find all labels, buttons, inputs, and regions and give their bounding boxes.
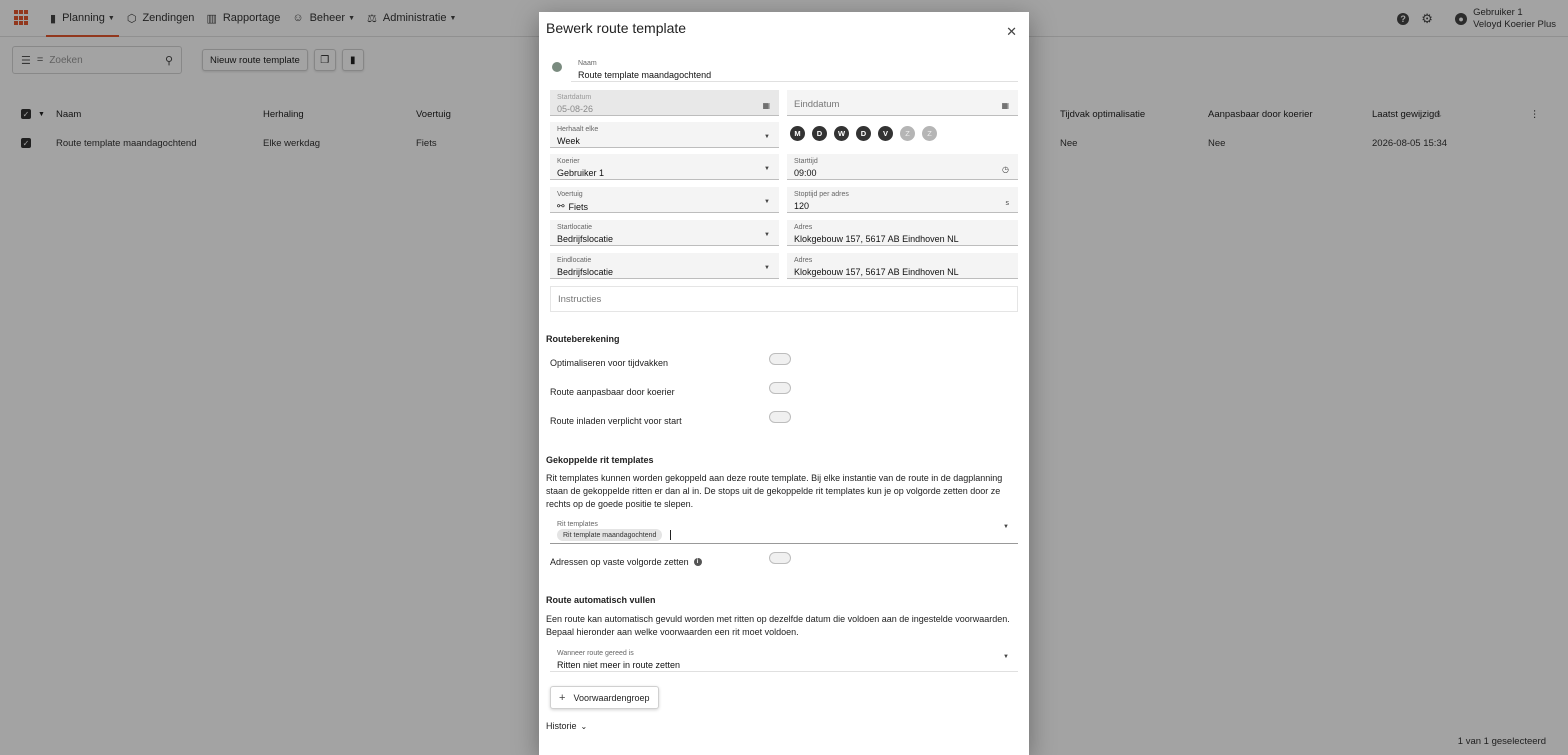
toggle-label: Adressen op vaste volgorde zetten: [550, 557, 689, 567]
dropdown-arrow-icon[interactable]: ▼: [764, 199, 770, 205]
status-dot: [552, 62, 562, 72]
button-label: Voorwaardengroep: [573, 692, 650, 703]
field-label: Herhaalt elke: [557, 126, 599, 133]
eind-adres-field[interactable]: Adres Klokgebouw 157, 5617 AB Eindhoven …: [787, 253, 1018, 279]
rit-template-chip[interactable]: Rit template maandagochtend: [557, 529, 663, 541]
field-label: Startlocatie: [557, 224, 593, 231]
field-label: Voertuig: [557, 191, 583, 198]
field-value: ⚯ Fiets: [557, 201, 588, 212]
startdatum-field: Startdatum 05-08-26 ▦: [550, 90, 779, 116]
clock-icon[interactable]: ◷: [1002, 165, 1009, 174]
historie-label: Historie: [546, 721, 577, 731]
starttijd-field[interactable]: Starttijd 09:00 ◷: [787, 154, 1018, 180]
field-value: Week: [557, 136, 580, 146]
vaste-volgorde-toggle[interactable]: [769, 552, 791, 564]
toggle-row: Adressen op vaste volgorde zetten i: [550, 552, 791, 567]
eindlocatie-select[interactable]: Eindlocatie Bedrijfslocatie ▼: [550, 253, 779, 279]
field-value: 05-08-26: [557, 104, 594, 114]
day-toggle[interactable]: D: [812, 126, 827, 141]
weekday-selector: M D W D V Z Z: [790, 126, 944, 141]
unit-suffix: s: [1005, 200, 1010, 207]
toggle-label: Route inladen verplicht voor start: [550, 416, 682, 426]
dropdown-arrow-icon[interactable]: ▼: [1003, 654, 1009, 660]
toggle-row: Optimaliseren voor tijdvakken: [550, 353, 791, 368]
field-label: Startdatum: [557, 94, 592, 101]
field-label: Adres: [794, 224, 813, 231]
info-icon[interactable]: i: [693, 558, 702, 566]
automatisch-heading: Route automatisch vullen: [546, 595, 656, 605]
optimaliseren-toggle[interactable]: [769, 353, 791, 365]
historie-toggle[interactable]: Historie ⌄: [546, 721, 587, 731]
toggle-row: Route inladen verplicht voor start: [550, 411, 791, 426]
day-toggle[interactable]: V: [878, 126, 893, 141]
voertuig-select[interactable]: Voertuig ⚯ Fiets ▼: [550, 187, 779, 213]
dialog-title: Bewerk route template: [546, 20, 687, 36]
dropdown-arrow-icon[interactable]: ▼: [764, 134, 770, 140]
gekoppeld-heading: Gekoppelde rit templates: [546, 455, 654, 465]
field-label: Koerier: [557, 158, 580, 165]
koerier-select[interactable]: Koerier Gebruiker 1 ▼: [550, 154, 779, 180]
toggle-label: Route aanpasbaar door koerier: [550, 387, 675, 397]
toggle-label: Optimaliseren voor tijdvakken: [550, 358, 669, 368]
day-toggle[interactable]: D: [856, 126, 871, 141]
day-toggle[interactable]: M: [790, 126, 805, 141]
field-value: Bedrijfslocatie: [557, 267, 614, 277]
field-value: Bedrijfslocatie: [557, 234, 614, 244]
day-toggle[interactable]: Z: [900, 126, 915, 141]
field-value: Klokgebouw 157, 5617 AB Eindhoven NL: [794, 234, 959, 244]
bicycle-icon: ⚯: [557, 201, 565, 211]
field-label: Wanneer route gereed is: [557, 650, 634, 657]
routeberekening-heading: Routeberekening: [546, 334, 620, 344]
calendar-icon[interactable]: ▦: [1001, 101, 1009, 110]
field-label: Einddatum: [794, 99, 840, 110]
edit-route-template-dialog: Bewerk route template ✕ Naam Route templ…: [539, 12, 1029, 755]
aanpasbaar-toggle[interactable]: [769, 382, 791, 394]
field-value: Rit template maandagochtend: [557, 529, 672, 541]
chevron-down-icon: ⌄: [580, 721, 588, 731]
automatisch-description: Een route kan automatisch gevuld worden …: [546, 614, 1010, 637]
day-toggle[interactable]: W: [834, 126, 849, 141]
dropdown-arrow-icon[interactable]: ▼: [764, 265, 770, 271]
gekoppeld-description: Rit templates kunnen worden gekoppeld aa…: [546, 473, 1003, 509]
field-value: Klokgebouw 157, 5617 AB Eindhoven NL: [794, 267, 959, 277]
herhaal-select[interactable]: Herhaalt elke Week ▼: [550, 122, 779, 148]
naam-field[interactable]: Naam Route template maandagochtend: [571, 56, 1018, 82]
wanneer-gereed-select[interactable]: Wanneer route gereed is Ritten niet meer…: [550, 646, 1018, 672]
field-value: 09:00: [794, 168, 817, 178]
plus-icon: +: [559, 691, 566, 704]
field-label: Naam: [578, 60, 597, 67]
field-value: Route template maandagochtend: [578, 70, 712, 80]
field-label: Starttijd: [794, 158, 818, 165]
field-label: Eindlocatie: [557, 257, 592, 264]
startlocatie-select[interactable]: Startlocatie Bedrijfslocatie ▼: [550, 220, 779, 246]
field-label: Rit templates: [557, 521, 598, 528]
day-toggle[interactable]: Z: [922, 126, 937, 141]
calendar-icon: ▦: [762, 101, 770, 110]
field-placeholder: Instructies: [558, 294, 602, 305]
voertuig-value: Fiets: [568, 201, 589, 212]
inladen-toggle[interactable]: [769, 411, 791, 423]
field-label: Adres: [794, 257, 813, 264]
close-icon[interactable]: ✕: [1006, 24, 1017, 40]
einddatum-field[interactable]: Einddatum ▦: [787, 90, 1018, 116]
instructies-field[interactable]: Instructies: [550, 286, 1018, 312]
field-label: Stoptijd per adres: [794, 191, 849, 198]
stoptijd-field[interactable]: Stoptijd per adres 120 s: [787, 187, 1018, 213]
start-adres-field[interactable]: Adres Klokgebouw 157, 5617 AB Eindhoven …: [787, 220, 1018, 246]
rit-templates-select[interactable]: Rit templates Rit template maandagochten…: [550, 517, 1018, 544]
text-cursor: [670, 530, 672, 540]
dropdown-arrow-icon[interactable]: ▼: [1003, 524, 1009, 530]
field-value: 120: [794, 201, 810, 211]
dropdown-arrow-icon[interactable]: ▼: [764, 166, 770, 172]
field-value: Gebruiker 1: [557, 168, 605, 178]
field-value: Ritten niet meer in route zetten: [557, 660, 681, 670]
dropdown-arrow-icon[interactable]: ▼: [764, 232, 770, 238]
add-voorwaardengroep-button[interactable]: + Voorwaardengroep: [550, 686, 659, 709]
toggle-row: Route aanpasbaar door koerier: [550, 382, 791, 397]
